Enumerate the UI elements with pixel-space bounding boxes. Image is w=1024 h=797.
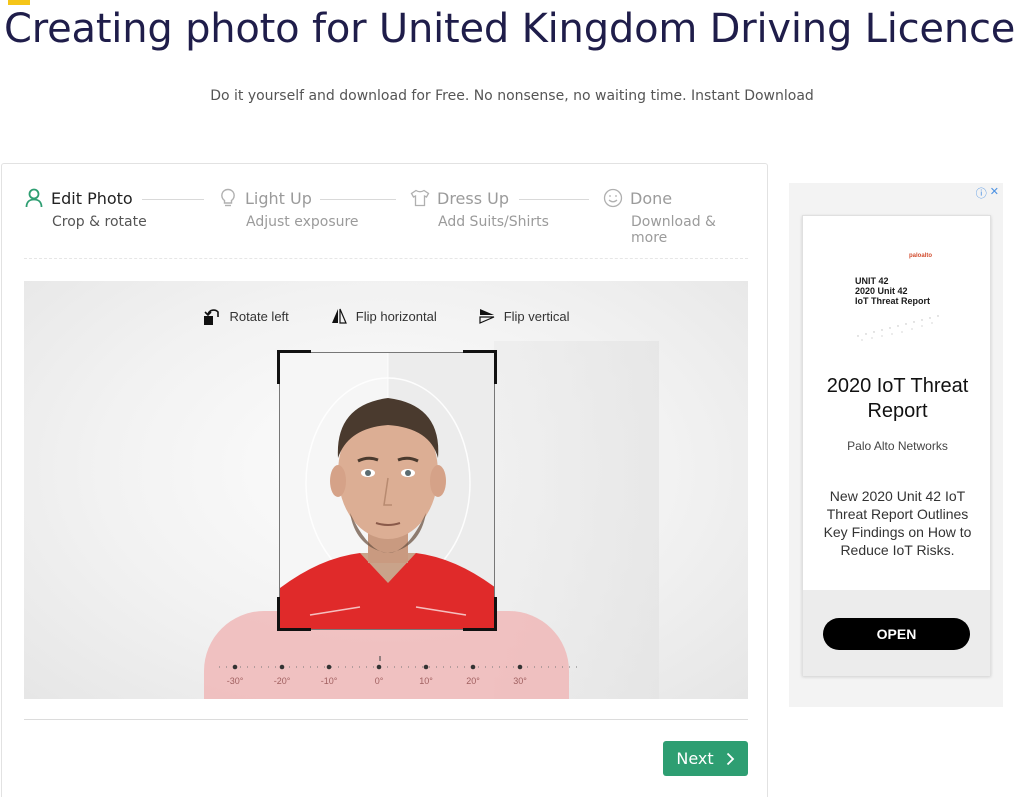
ad-dot-graphic	[857, 315, 939, 341]
flip-horizontal-label: Flip horizontal	[355, 308, 437, 324]
flip-horizontal-icon	[331, 308, 347, 324]
step-done[interactable]: Done Download & more	[603, 186, 748, 246]
steps-divider	[24, 258, 748, 259]
step-sublabel: Add Suits/Shirts	[438, 214, 549, 230]
ruler-major-tick	[376, 664, 382, 670]
step-connector	[142, 199, 204, 200]
ad-panel: ⓘ ✕ paloalto UNIT 42 2020 Unit 42 IoT Th…	[789, 183, 1003, 707]
page-title: Creating photo for United Kingdom Drivin…	[4, 6, 1016, 52]
rotate-left-icon	[203, 306, 221, 326]
user-icon	[24, 187, 44, 209]
flip-horizontal-button[interactable]: Flip horizontal	[331, 306, 437, 326]
step-label: Light Up	[245, 188, 312, 208]
portrait-photo	[280, 353, 494, 629]
smile-icon	[603, 187, 623, 209]
crop-handle-bottom-right[interactable]	[463, 597, 497, 631]
ruler-label: -30°	[226, 676, 244, 686]
ad-advertiser: Palo Alto Networks	[847, 439, 948, 453]
next-button-label: Next	[676, 749, 714, 768]
step-edit-photo[interactable]: Edit Photo Crop & rotate	[24, 186, 147, 230]
step-sublabel: Adjust exposure	[246, 214, 359, 230]
footer-divider	[24, 719, 748, 720]
edit-toolbar: Rotate left Flip horizontal Flip vertica…	[24, 306, 748, 326]
ruler-label: -10°	[320, 676, 338, 686]
crop-handle-bottom-left[interactable]	[277, 597, 311, 631]
step-dress-up[interactable]: Dress Up Add Suits/Shirts	[410, 186, 549, 230]
brand-accent-bar	[8, 0, 30, 5]
ad-body-text: New 2020 Unit 42 IoT Threat Report Outli…	[823, 488, 972, 558]
ad-card[interactable]: paloalto UNIT 42 2020 Unit 42 IoT Threat…	[802, 215, 991, 676]
ruler-label: 10°	[419, 676, 433, 686]
crop-handle-top-right[interactable]	[463, 350, 497, 384]
next-button[interactable]: Next	[663, 741, 748, 776]
crop-handle-top-left[interactable]	[277, 350, 311, 384]
ruler-major-tick	[517, 664, 523, 670]
page-subtitle: Do it yourself and download for Free. No…	[210, 88, 814, 104]
lightbulb-icon	[218, 187, 238, 209]
ruler-major-tick	[423, 664, 429, 670]
shirt-icon	[410, 187, 430, 209]
crop-frame[interactable]	[279, 352, 495, 630]
ad-heading: 2020 IoT Threat Report	[826, 375, 969, 422]
chevron-right-icon	[726, 752, 734, 765]
ruler-major-tick	[279, 664, 285, 670]
ad-info-icon[interactable]: ⓘ	[976, 185, 987, 201]
ruler-label: 20°	[466, 676, 480, 686]
photo-workspace[interactable]: Rotate left Flip horizontal Flip vertica…	[24, 281, 748, 699]
ruler-label: -20°	[273, 676, 291, 686]
ad-close-icon[interactable]: ✕	[990, 185, 999, 201]
ad-unit42-badge: UNIT 42 2020 Unit 42 IoT Threat Report	[855, 276, 931, 306]
step-connector	[519, 199, 589, 200]
step-label: Edit Photo	[51, 188, 133, 208]
step-label: Dress Up	[437, 188, 510, 208]
ruler-major-tick	[232, 664, 238, 670]
ruler-major-tick	[470, 664, 476, 670]
flip-vertical-icon	[479, 308, 495, 324]
ad-controls: ⓘ ✕	[976, 185, 999, 201]
step-label: Done	[630, 188, 673, 208]
step-progress: Edit Photo Crop & rotate Light Up Adjust…	[24, 186, 748, 246]
ruler-label: 30°	[513, 676, 527, 686]
flip-vertical-button[interactable]: Flip vertical	[479, 306, 570, 326]
step-sublabel: Crop & rotate	[52, 214, 147, 230]
ad-brand-logo: paloalto	[909, 253, 933, 259]
photo-editor-card: Edit Photo Crop & rotate Light Up Adjust…	[1, 163, 768, 797]
rotate-left-label: Rotate left	[229, 308, 289, 324]
flip-vertical-label: Flip vertical	[503, 308, 570, 324]
ruler-label: 0°	[374, 676, 384, 686]
rotation-ruler[interactable]: -30° -20° -10° 0° 10° 20° 30°	[219, 656, 579, 696]
step-connector	[320, 199, 396, 200]
step-sublabel: Download & more	[631, 214, 716, 246]
rotate-left-button[interactable]: Rotate left	[203, 306, 289, 326]
ad-open-button[interactable]: OPEN	[823, 618, 970, 650]
step-light-up[interactable]: Light Up Adjust exposure	[218, 186, 359, 230]
ruler-major-tick	[326, 664, 332, 670]
